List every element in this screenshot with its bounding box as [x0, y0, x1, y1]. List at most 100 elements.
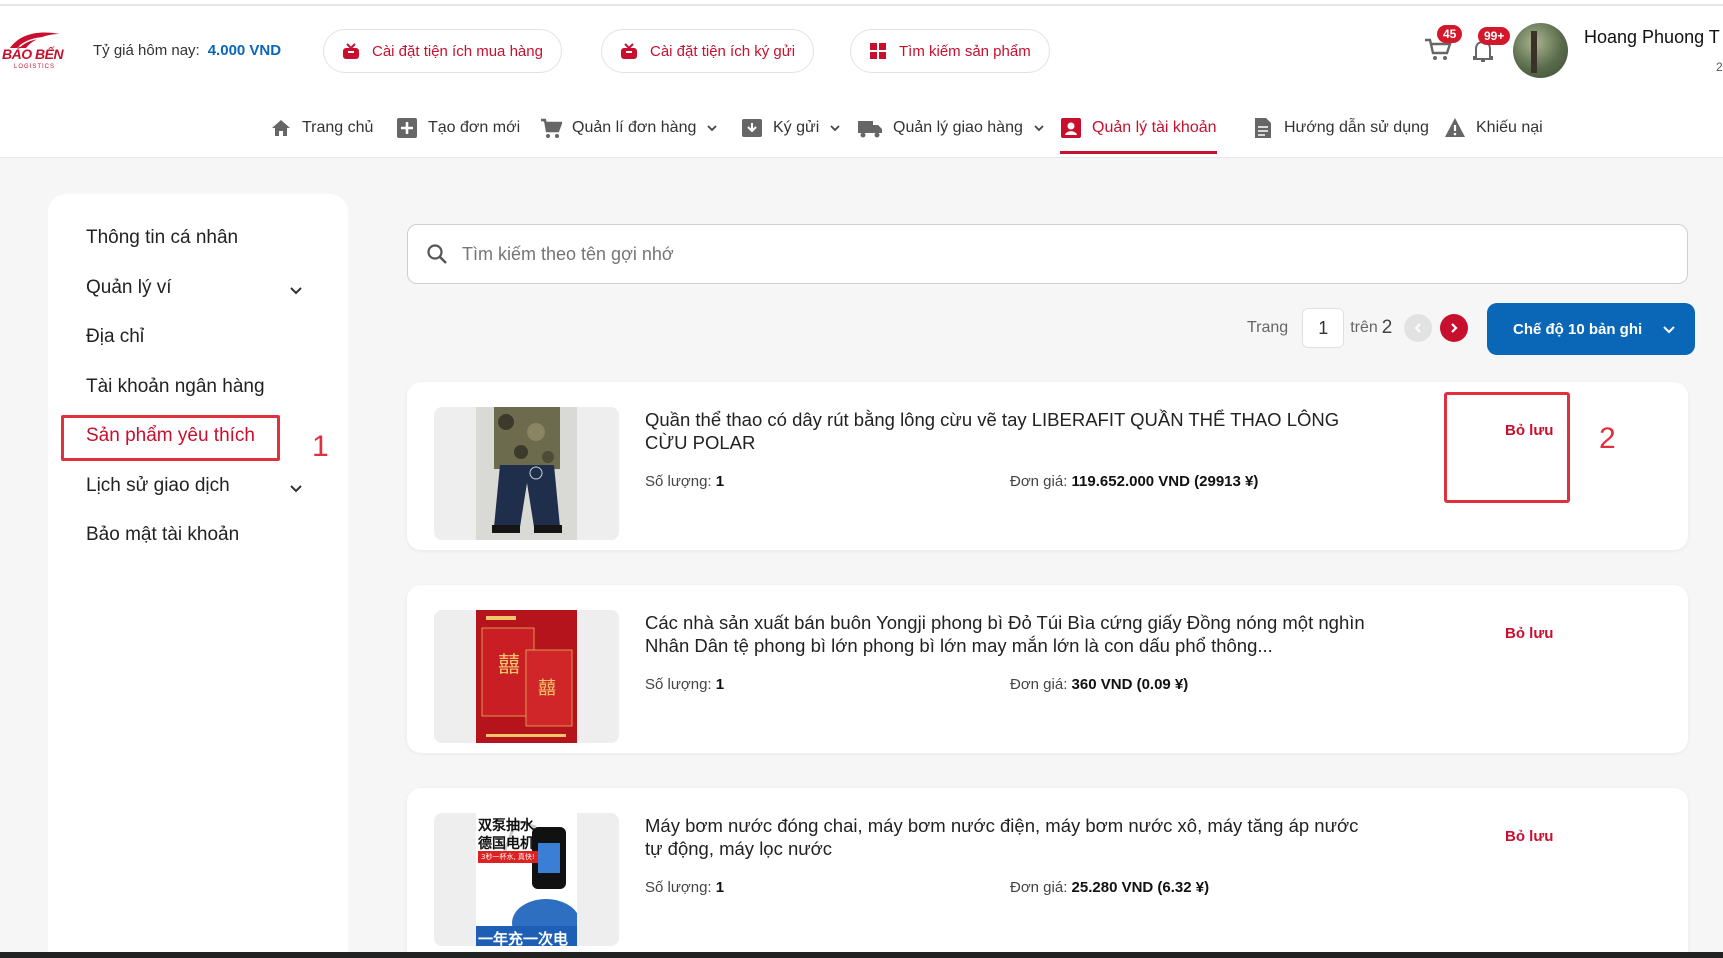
product-card: 囍 囍 Các nhà sản xuất bán buôn Yongji pho…	[407, 585, 1688, 753]
pagination: Trang 1 trên 2	[1247, 308, 1469, 348]
quantity-label: Số lượng:	[645, 676, 712, 693]
nav-user-guide-label: Hướng dẫn sử dụng	[1284, 119, 1429, 136]
page-number-input[interactable]: 1	[1302, 308, 1345, 348]
plus-box-icon	[397, 118, 417, 138]
svg-text:囍: 囍	[498, 653, 520, 678]
price-value: 25.280 VND (6.32 ¥)	[1071, 879, 1210, 896]
brand-logo[interactable]: BẢO BẾN LOGISTICS	[2, 24, 66, 76]
product-image[interactable]: 囍 囍	[434, 610, 619, 743]
chevron-right-icon	[1451, 323, 1458, 333]
nav-order-management[interactable]: Quản lí đơn hàng	[540, 108, 718, 148]
product-search-label: Tìm kiếm sản phẩm	[899, 42, 1031, 60]
price-label: Đơn giá:	[1010, 676, 1068, 693]
consign-extension-button[interactable]: Cài đặt tiện ích ký gửi	[601, 29, 815, 73]
search-input[interactable]	[462, 243, 1562, 265]
image-caption-1: 双泵抽水	[478, 818, 534, 834]
warning-icon	[1445, 118, 1465, 137]
truck-icon	[858, 121, 882, 138]
quantity-label: Số lượng:	[645, 473, 712, 490]
sidebar-item-personal-info[interactable]: Thông tin cá nhân	[86, 227, 238, 249]
buy-extension-label: Cài đặt tiện ích mua hàng	[372, 42, 543, 60]
user-name[interactable]: Hoang Phuong T	[1584, 27, 1720, 48]
highlight-box-unsave	[1444, 392, 1570, 503]
nav-create-order-label: Tạo đơn mới	[428, 119, 521, 136]
sidebar-item-bank-account[interactable]: Tài khoản ngân hàng	[86, 376, 265, 398]
nav-account-management-label: Quản lý tài khoản	[1092, 119, 1217, 136]
sidebar-item-account-security[interactable]: Bảo mật tài khoản	[86, 524, 239, 546]
nav-create-order[interactable]: Tạo đơn mới	[396, 108, 520, 148]
annotation-number: 1	[312, 430, 329, 463]
product-quantity: Số lượng: 1	[645, 473, 724, 490]
nav-home[interactable]: Trang chủ	[270, 108, 373, 148]
product-image[interactable]: 双泵抽水 德国电机 3秒一杯水, 真快! 一年充一次电	[434, 813, 619, 946]
sidebar-item-wallet[interactable]: Quản lý ví	[86, 277, 172, 299]
notification-badge: 99+	[1478, 27, 1511, 45]
cart-icon	[541, 118, 562, 138]
sidebar-item-favorite-products[interactable]: Sản phẩm yêu thích	[86, 425, 255, 447]
price-value: 119.652.000 VND (29913 ¥)	[1071, 473, 1259, 490]
quantity-value: 1	[715, 879, 725, 896]
sidebar-item-label: Quản lý ví	[86, 277, 172, 298]
nav-home-label: Trang chủ	[302, 119, 374, 136]
chevron-down-icon	[1663, 326, 1675, 334]
records-mode-label: Chế độ 10 bản ghi	[1513, 320, 1643, 338]
unsave-button[interactable]: Bỏ lưu	[1505, 422, 1553, 439]
sidebar-item-transaction-history[interactable]: Lịch sử giao dịch	[86, 475, 230, 497]
document-icon	[1255, 118, 1271, 138]
product-price: Đơn giá: 25.280 VND (6.32 ¥)	[1010, 879, 1209, 896]
consign-extension-label: Cài đặt tiện ích ký gửi	[650, 42, 796, 60]
avatar[interactable]	[1513, 23, 1568, 78]
chevron-left-icon	[1414, 323, 1422, 333]
product-quantity: Số lượng: 1	[645, 879, 724, 896]
sidebar-item-label: Thông tin cá nhân	[86, 227, 239, 248]
buy-extension-button[interactable]: Cài đặt tiện ích mua hàng	[323, 29, 562, 73]
page-of-label: trên	[1350, 319, 1378, 336]
favorites-panel: Trang 1 trên 2 Chế độ 10 bản ghi Quần th…	[392, 194, 1723, 958]
unsave-button[interactable]: Bỏ lưu	[1505, 625, 1553, 642]
nav-delivery-management[interactable]: Quản lý giao hàng	[857, 108, 1045, 148]
sidebar-item-address[interactable]: Địa chỉ	[86, 326, 144, 348]
search-bar[interactable]	[407, 224, 1688, 284]
top-divider	[0, 4, 1723, 6]
unsave-button[interactable]: Bỏ lưu	[1505, 828, 1553, 845]
product-price: Đơn giá: 360 VND (0.09 ¥)	[1010, 676, 1188, 693]
records-mode-dropdown[interactable]: Chế độ 10 bản ghi	[1487, 303, 1695, 355]
grid-icon	[870, 43, 886, 59]
chevron-down-icon[interactable]	[288, 283, 304, 299]
user-subtext: 2	[1716, 60, 1723, 74]
product-quantity: Số lượng: 1	[645, 676, 724, 693]
nav-consignment[interactable]: Ký gửi	[741, 108, 841, 148]
exchange-rate-value: 4.000 VND	[207, 42, 282, 59]
price-value: 360 VND (0.09 ¥)	[1071, 676, 1189, 693]
price-label: Đơn giá:	[1010, 879, 1068, 896]
nav-user-guide[interactable]: Hướng dẫn sử dụng	[1252, 108, 1429, 148]
water-pump-photo: 双泵抽水 德国电机 3秒一杯水, 真快! 一年充一次电	[476, 813, 577, 946]
product-price: Đơn giá: 119.652.000 VND (29913 ¥)	[1010, 473, 1258, 490]
taskbar-edge	[0, 952, 1723, 958]
sidebar-item-label: Bảo mật tài khoản	[86, 524, 240, 545]
product-search-button[interactable]: Tìm kiếm sản phẩm	[850, 29, 1050, 73]
next-page-button[interactable]	[1440, 314, 1469, 342]
chevron-down-icon[interactable]	[288, 481, 304, 497]
quantity-label: Số lượng:	[645, 879, 712, 896]
cart-badge: 45	[1437, 25, 1463, 43]
nav-consignment-label: Ký gửi	[773, 119, 820, 136]
nav-delivery-management-label: Quản lý giao hàng	[893, 119, 1023, 136]
product-card: Quần thể thao có dây rút bằng lông cừu v…	[407, 382, 1688, 550]
nav-account-management[interactable]: Quản lý tài khoản	[1060, 108, 1217, 154]
pants-photo	[476, 407, 577, 540]
home-icon	[272, 120, 290, 136]
account-box-icon	[1061, 118, 1081, 138]
product-title[interactable]: Quần thể thao có dây rút bằng lông cừu v…	[645, 408, 1365, 454]
product-title[interactable]: Máy bơm nước đóng chai, máy bơm nước điệ…	[645, 814, 1365, 860]
svg-text:囍: 囍	[538, 678, 556, 699]
product-image[interactable]	[434, 407, 619, 540]
prev-page-button[interactable]	[1404, 314, 1433, 342]
page-total: 2	[1381, 317, 1393, 338]
chevron-down-icon	[1034, 125, 1044, 132]
image-caption-2: 德国电机	[478, 836, 534, 852]
price-label: Đơn giá:	[1010, 473, 1068, 490]
product-title[interactable]: Các nhà sản xuất bán buôn Yongji phong b…	[645, 611, 1365, 657]
account-sidebar: Thông tin cá nhân Quản lý ví Địa chỉ Tài…	[48, 194, 348, 958]
nav-complaints[interactable]: Khiếu nại	[1444, 108, 1543, 148]
